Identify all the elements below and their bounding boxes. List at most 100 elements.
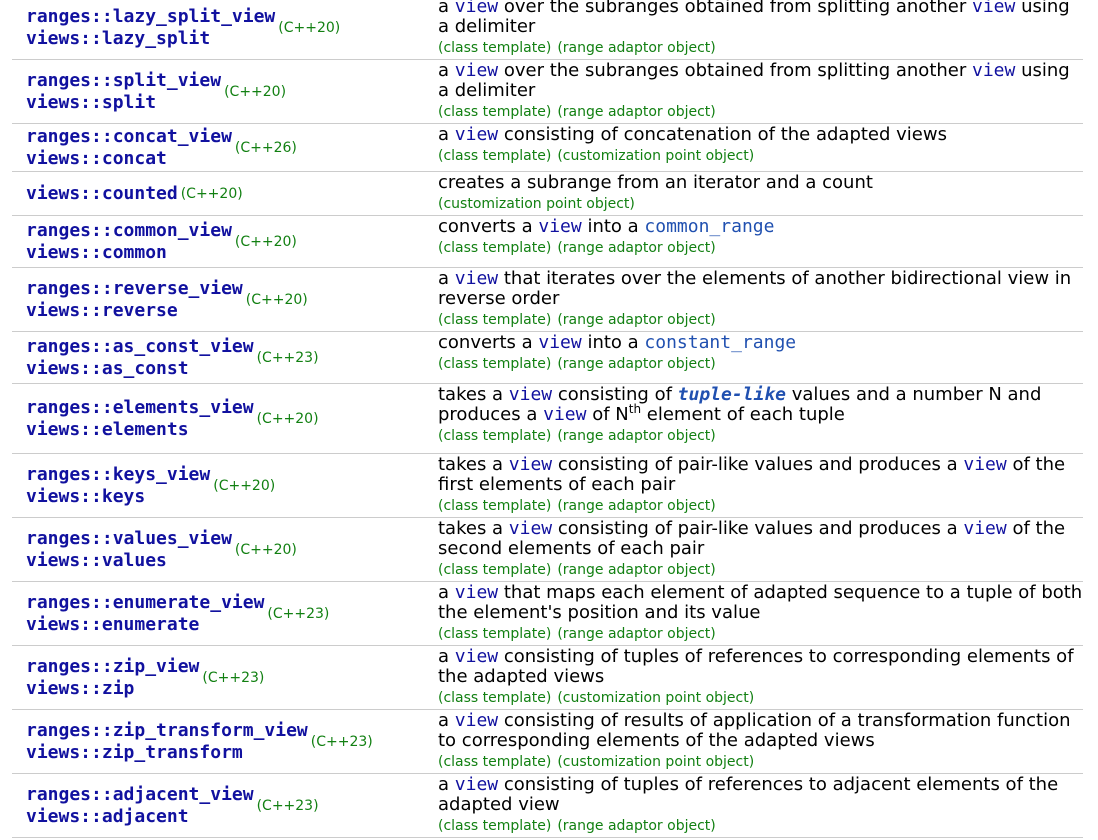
adaptor-name-link[interactable]: views::elements	[26, 419, 254, 441]
kind-tag: (customization point object)	[438, 196, 635, 212]
version-badge: (C++23)	[202, 669, 265, 686]
kind-tags: (class template) (range adaptor object)	[438, 354, 1083, 374]
description-text: converts a	[438, 216, 539, 237]
class-name-link[interactable]: ranges::enumerate_view	[26, 592, 264, 614]
class-name-link[interactable]: ranges::common_view	[26, 220, 232, 242]
view-link[interactable]: view	[538, 216, 581, 237]
class-name-link[interactable]: ranges::lazy_split_view	[26, 6, 275, 28]
name-list: ranges::keys_view views::keys	[26, 464, 210, 507]
adaptor-name-link[interactable]: views::counted	[26, 183, 178, 205]
kind-tags: (customization point object)	[438, 194, 1083, 214]
name-list: ranges::concat_view views::concat	[26, 126, 232, 169]
table-row: ranges::zip_transform_view views::zip_tra…	[12, 710, 1083, 774]
class-name-link[interactable]: ranges::elements_view	[26, 397, 254, 419]
table-row: ranges::concat_view views::concat (C++26) a…	[12, 124, 1083, 172]
concept-link[interactable]: constant_range	[644, 332, 796, 353]
concept-link[interactable]: common_range	[644, 216, 774, 237]
name-list: ranges::elements_view views::elements	[26, 397, 254, 440]
name-cell: ranges::zip_transform_view views::zip_tra…	[12, 710, 426, 773]
kind-tags: (class template) (range adaptor object)	[438, 624, 1083, 644]
name-list: ranges::adjacent_view views::adjacent	[26, 784, 254, 827]
kind-tag: (class template)	[438, 240, 552, 256]
description-text: into a	[581, 332, 645, 353]
name-list: ranges::as_const_view views::as_const	[26, 336, 254, 379]
adaptor-name-link[interactable]: views::enumerate	[26, 614, 264, 636]
view-link[interactable]: view	[455, 582, 498, 603]
description-text: consisting of tuples of references to co…	[438, 646, 1074, 687]
table-row: ranges::enumerate_view views::enumerate (C…	[12, 582, 1083, 646]
class-name-link[interactable]: ranges::split_view	[26, 70, 221, 92]
adaptor-name-link[interactable]: views::lazy_split	[26, 28, 275, 50]
view-link[interactable]: view	[963, 454, 1006, 475]
description: creates a subrange from an iterator and …	[438, 173, 1083, 193]
kind-tag: (class template)	[438, 498, 552, 514]
name-list: ranges::values_view views::values	[26, 528, 232, 571]
class-name-link[interactable]: ranges::as_const_view	[26, 336, 254, 358]
view-link[interactable]: view	[509, 454, 552, 475]
view-link[interactable]: view	[455, 0, 498, 17]
description-text: a	[438, 582, 455, 603]
description-text: a	[438, 774, 455, 795]
kind-tags: (class template) (range adaptor object)	[438, 238, 1083, 258]
range-adaptors-table: ranges::lazy_split_view views::lazy_split…	[12, 0, 1083, 838]
adaptor-name-link[interactable]: views::split	[26, 92, 221, 114]
class-name-link[interactable]: ranges::zip_view	[26, 656, 199, 678]
class-name-link[interactable]: ranges::reverse_view	[26, 278, 243, 300]
adaptor-name-link[interactable]: views::adjacent	[26, 806, 254, 828]
adaptor-name-link[interactable]: views::keys	[26, 486, 210, 508]
description: a view consisting of tuples of reference…	[438, 647, 1083, 687]
table-row: ranges::common_view views::common (C++20) c…	[12, 216, 1083, 268]
description-text: that iterates over the elements of anoth…	[438, 268, 1072, 309]
name-cell: ranges::zip_view views::zip (C++23)	[12, 646, 426, 709]
class-name-link[interactable]: ranges::keys_view	[26, 464, 210, 486]
adaptor-name-link[interactable]: views::values	[26, 550, 232, 572]
description-text: a	[438, 268, 455, 289]
version-badge: (C++20)	[256, 410, 319, 427]
concept-link[interactable]: tuple-like	[678, 384, 786, 405]
class-name-link[interactable]: ranges::values_view	[26, 528, 232, 550]
description-cell: a view that maps each element of adapted…	[426, 582, 1083, 645]
description: a view over the subranges obtained from …	[438, 0, 1083, 37]
table-row: ranges::split_view views::split (C++20) a v…	[12, 60, 1083, 124]
table-row: views::counted (C++20) creates a subrange …	[12, 172, 1083, 216]
kind-tags: (class template) (customization point obj…	[438, 752, 1083, 772]
view-link[interactable]: view	[509, 518, 552, 539]
adaptor-name-link[interactable]: views::as_const	[26, 358, 254, 380]
adaptor-name-link[interactable]: views::zip_transform	[26, 742, 308, 764]
class-name-link[interactable]: ranges::adjacent_view	[26, 784, 254, 806]
description: a view over the subranges obtained from …	[438, 61, 1083, 101]
version-badge: (C++23)	[256, 797, 319, 814]
view-link[interactable]: view	[455, 268, 498, 289]
view-link[interactable]: view	[455, 646, 498, 667]
view-link[interactable]: view	[455, 710, 498, 731]
version-badge: (C++20)	[224, 83, 287, 100]
adaptor-name-link[interactable]: views::reverse	[26, 300, 243, 322]
kind-tag: (range adaptor object)	[557, 498, 716, 514]
class-name-link[interactable]: ranges::zip_transform_view	[26, 720, 308, 742]
view-link[interactable]: view	[455, 124, 498, 145]
view-link[interactable]: view	[455, 60, 498, 81]
adaptor-name-link[interactable]: views::common	[26, 242, 232, 264]
adaptor-name-link[interactable]: views::concat	[26, 148, 232, 170]
view-link[interactable]: view	[972, 0, 1015, 17]
description-text: a	[438, 0, 455, 17]
view-link[interactable]: view	[455, 774, 498, 795]
table-row: ranges::keys_view views::keys (C++20) takes…	[12, 454, 1083, 518]
name-cell: ranges::values_view views::values (C++20)	[12, 518, 426, 581]
view-link[interactable]: view	[543, 404, 586, 425]
description-cell: a view consisting of tuples of reference…	[426, 774, 1083, 837]
view-link[interactable]: view	[963, 518, 1006, 539]
class-name-link[interactable]: ranges::concat_view	[26, 126, 232, 148]
name-cell: ranges::keys_view views::keys (C++20)	[12, 454, 426, 517]
kind-tags: (class template) (range adaptor object)	[438, 310, 1083, 330]
kind-tag: (range adaptor object)	[557, 312, 716, 328]
adaptor-name-link[interactable]: views::zip	[26, 678, 199, 700]
name-cell: views::counted (C++20)	[12, 172, 426, 215]
view-link[interactable]: view	[509, 384, 552, 405]
view-link[interactable]: view	[972, 60, 1015, 81]
description-cell: takes a view consisting of pair-like val…	[426, 518, 1083, 581]
description-cell: converts a view into a constant_range (cl…	[426, 332, 1083, 383]
view-link[interactable]: view	[538, 332, 581, 353]
description-text: consisting of	[552, 384, 678, 405]
description-cell: converts a view into a common_range (clas…	[426, 216, 1083, 267]
